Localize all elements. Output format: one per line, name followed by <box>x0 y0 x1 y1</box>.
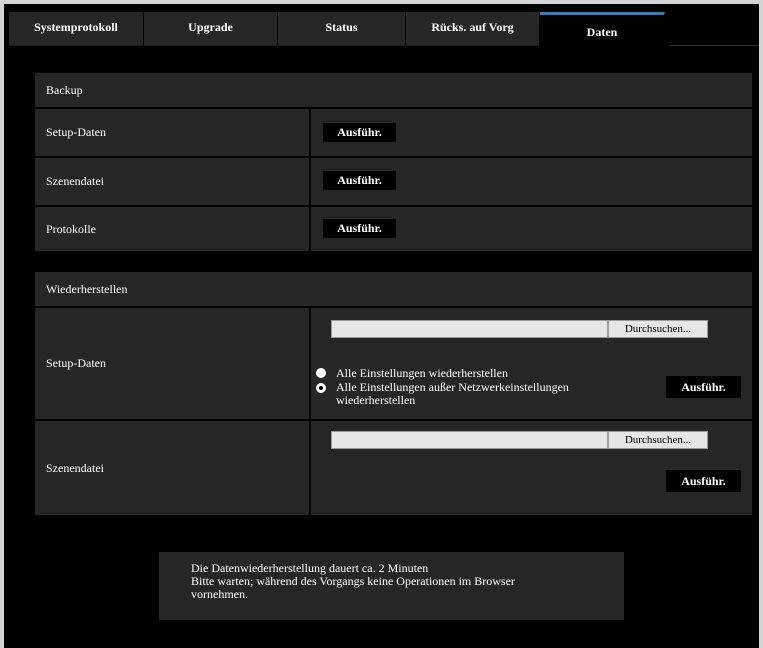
restore-option-except-network-radio[interactable] <box>316 383 326 393</box>
tab-daten[interactable]: Daten <box>540 12 665 48</box>
backup-section: Backup Setup-Daten Ausführ. Szenendatei … <box>35 73 752 251</box>
backup-logs-label: Protokolle <box>35 207 309 251</box>
restore-scene-execute-button[interactable]: Ausführ. <box>666 470 741 492</box>
restore-setup-file-field[interactable] <box>331 320 608 338</box>
backup-section-title: Backup <box>35 73 752 107</box>
backup-setup-execute-button[interactable]: Ausführ. <box>323 123 396 142</box>
restore-section-title: Wiederherstellen <box>35 272 752 306</box>
tab-upgrade[interactable]: Upgrade <box>144 12 278 46</box>
backup-row-protokolle: Protokolle Ausführ. <box>35 207 752 251</box>
main-frame: Systemprotokoll Upgrade Status Rücks. au… <box>4 4 759 648</box>
tab-bar: Systemprotokoll Upgrade Status Rücks. au… <box>9 12 665 48</box>
restore-row-szenendatei: Szenendatei Durchsuchen... Ausführ. <box>35 421 752 515</box>
backup-logs-execute-button[interactable]: Ausführ. <box>323 219 396 238</box>
restore-row-setup-daten: Setup-Daten Durchsuchen... Alle Einstell… <box>35 308 752 419</box>
backup-row-setup-daten: Setup-Daten Ausführ. <box>35 109 752 156</box>
restore-setup-label: Setup-Daten <box>35 308 309 419</box>
restore-scene-file-field[interactable] <box>331 431 608 449</box>
restore-scene-label: Szenendatei <box>35 421 309 515</box>
tab-status[interactable]: Status <box>278 12 406 46</box>
tab-divider <box>669 45 759 46</box>
restore-setup-browse-button[interactable]: Durchsuchen... <box>608 320 708 338</box>
backup-scene-execute-button[interactable]: Ausführ. <box>323 171 396 190</box>
notice-line-3: vornehmen. <box>191 587 248 601</box>
restore-option-all-label: Alle Einstellungen wiederherstellen <box>336 366 508 380</box>
restore-setup-execute-button[interactable]: Ausführ. <box>666 376 741 398</box>
restore-option-all-radio[interactable] <box>316 368 326 378</box>
restore-notice: Die Datenwiederherstellung dauert ca. 2 … <box>159 552 624 620</box>
backup-setup-label: Setup-Daten <box>35 109 309 156</box>
backup-row-szenendatei: Szenendatei Ausführ. <box>35 158 752 205</box>
restore-scene-browse-button[interactable]: Durchsuchen... <box>608 431 708 449</box>
notice-line-2: Bitte warten; während des Vorgangs keine… <box>191 574 515 588</box>
backup-scene-label: Szenendatei <box>35 158 309 205</box>
restore-section: Wiederherstellen Setup-Daten Durchsuchen… <box>35 272 752 515</box>
tab-ruecks-auf-vorg[interactable]: Rücks. auf Vorg <box>406 12 540 46</box>
restore-option-except-network-label: Alle Einstellungen außer Netzwerkeinstel… <box>336 380 569 407</box>
tab-systemprotokoll[interactable]: Systemprotokoll <box>9 12 144 46</box>
